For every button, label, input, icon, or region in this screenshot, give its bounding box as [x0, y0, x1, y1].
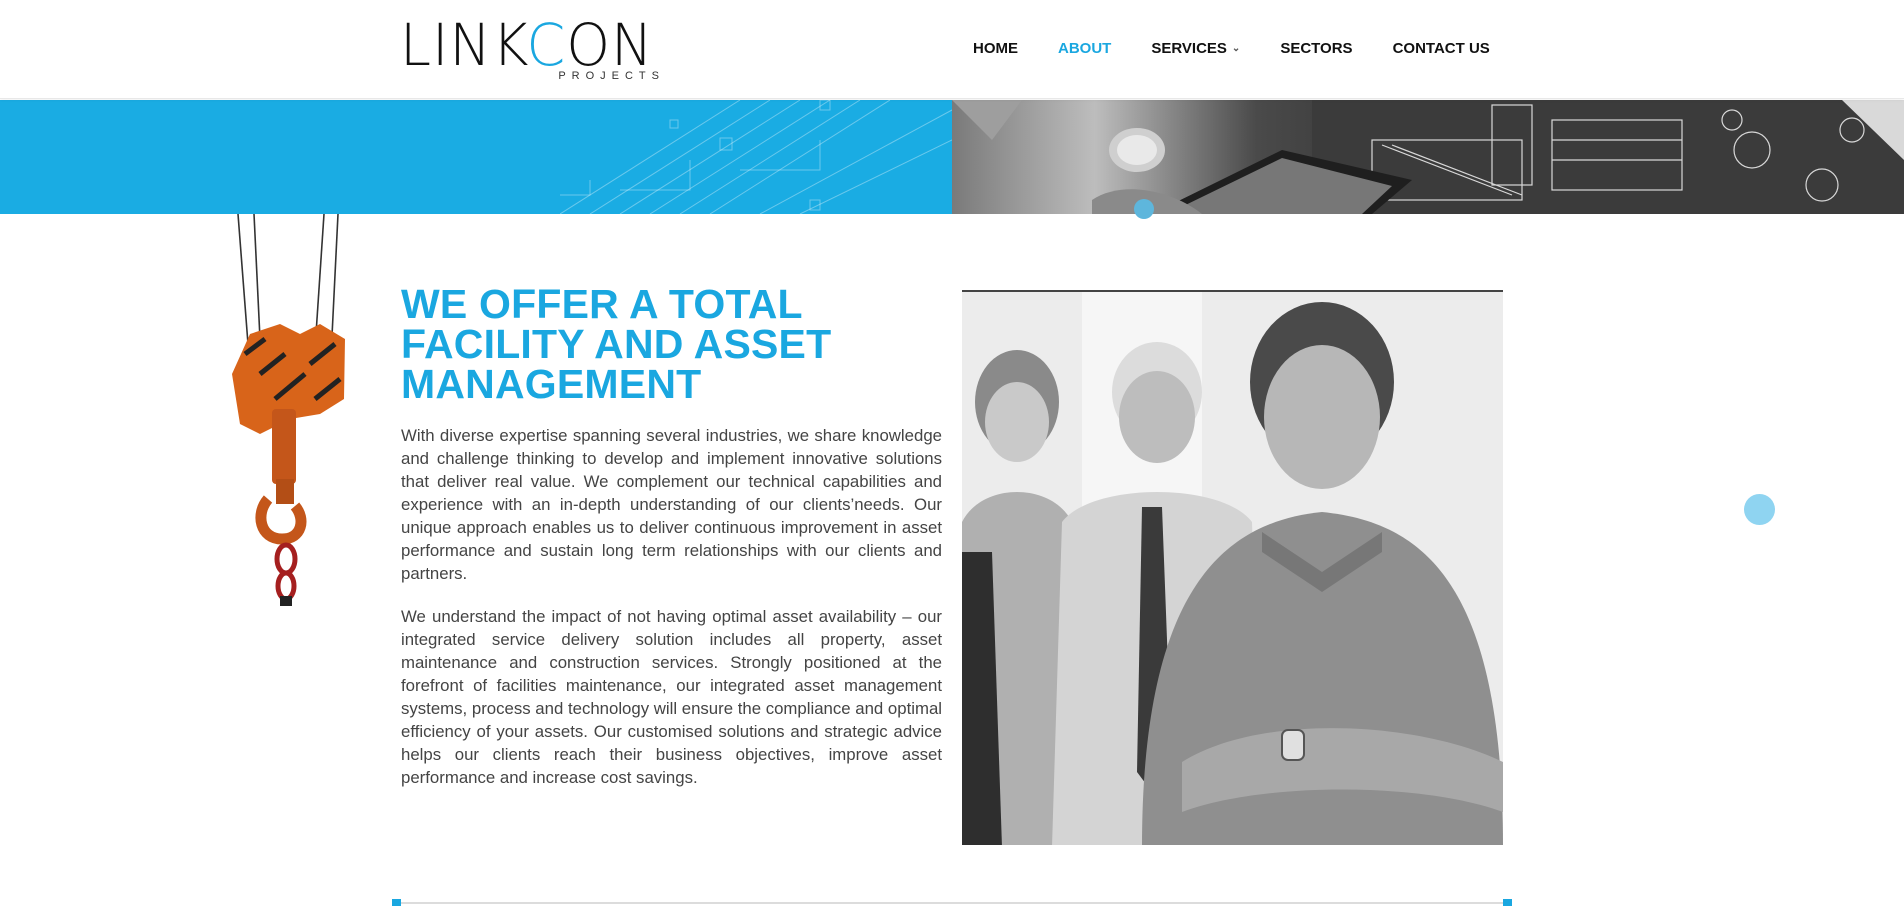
nav-item-services[interactable]: SERVICES ⌄: [1151, 40, 1240, 57]
team-people-graphic: [962, 292, 1503, 845]
nav-item-home[interactable]: HOME: [973, 40, 1018, 57]
blueprint-graphic: [560, 100, 952, 214]
logo-text: LINKCON: [400, 11, 654, 79]
team-photo: [962, 290, 1503, 845]
nav-item-sectors[interactable]: SECTORS: [1280, 40, 1352, 57]
office-desk-graphic: [952, 100, 1904, 214]
crane-hook-illustration: [220, 213, 350, 614]
nav-item-label: HOME: [973, 40, 1018, 57]
nav-item-label: ABOUT: [1058, 40, 1112, 57]
slider-dot-indicator[interactable]: [1134, 199, 1154, 219]
page-headline: WE OFFER A TOTAL FACILITY AND ASSET MANA…: [401, 281, 881, 407]
intro-paragraph: With diverse expertise spanning several …: [401, 426, 942, 583]
hero-banner: [0, 100, 1904, 214]
logo-accent-letter: C: [526, 11, 567, 79]
site-header: LINKCON PROJECTS HOME ABOUT SERVICES ⌄ S…: [0, 0, 1904, 99]
logo-wordmark: LINKCON: [400, 16, 654, 74]
nav-item-about[interactable]: ABOUT: [1058, 40, 1111, 57]
chevron-down-icon: ⌄: [1231, 43, 1241, 54]
hero-office-photo: [952, 100, 1904, 214]
nav-item-label: SECTORS: [1280, 40, 1353, 57]
headline-line: MANAGEMENT: [401, 361, 702, 407]
main-navigation: HOME ABOUT SERVICES ⌄ SECTORS CONTACT US: [973, 40, 1530, 57]
divider-cap-left: [392, 899, 401, 906]
scroll-dot-indicator[interactable]: [1744, 494, 1775, 525]
divider-cap-right: [1503, 899, 1512, 906]
headline-line: WE OFFER A TOTAL: [401, 281, 803, 327]
nav-item-contact[interactable]: CONTACT US: [1393, 40, 1490, 57]
asset-paragraph: We understand the impact of not having o…: [401, 607, 943, 787]
headline-line: FACILITY AND ASSET: [401, 321, 832, 367]
logo-subtitle: PROJECTS: [558, 70, 665, 82]
nav-item-label: CONTACT US: [1392, 40, 1490, 57]
divider-line: [398, 902, 1506, 904]
hero-blueprint-panel: [0, 100, 952, 214]
nav-item-label: SERVICES: [1151, 40, 1227, 57]
section-divider: [392, 899, 1512, 906]
site-logo[interactable]: LINKCON PROJECTS: [400, 16, 665, 82]
